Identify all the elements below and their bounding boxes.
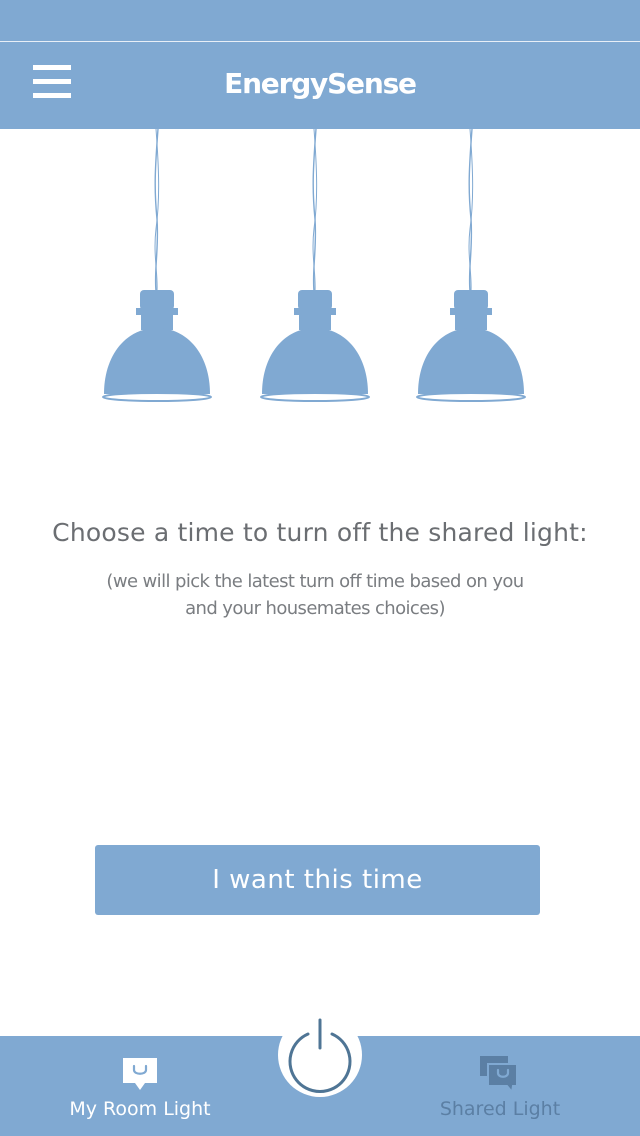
confirm-time-button[interactable]: I want this time xyxy=(95,845,540,915)
pendant-lamps-illustration xyxy=(0,128,640,419)
pendant-lamp-icon xyxy=(260,128,370,402)
status-bar xyxy=(0,0,640,42)
prompt-note-line: (we will pick the latest turn off time b… xyxy=(106,571,524,592)
power-icon xyxy=(288,1018,352,1093)
tab-my-room-light[interactable]: My Room Light xyxy=(20,1036,260,1136)
power-button[interactable] xyxy=(278,1013,362,1097)
app-title: EnergySense xyxy=(224,67,417,100)
double-chat-bubble-icon xyxy=(480,1054,520,1095)
prompt-note: (we will pick the latest turn off time b… xyxy=(80,568,550,622)
prompt-title: Choose a time to turn off the shared lig… xyxy=(52,518,588,547)
tab-label: Shared Light xyxy=(439,1098,561,1120)
pendant-lamp-icon xyxy=(102,128,212,402)
prompt-note-line: and your housemates choices) xyxy=(185,598,445,619)
pendant-lamp-icon xyxy=(416,128,526,402)
tab-label: My Room Light xyxy=(69,1098,211,1120)
tab-shared-light[interactable]: Shared Light xyxy=(380,1036,620,1136)
single-chat-bubble-icon xyxy=(120,1054,160,1094)
app-header: EnergySense xyxy=(0,42,640,129)
